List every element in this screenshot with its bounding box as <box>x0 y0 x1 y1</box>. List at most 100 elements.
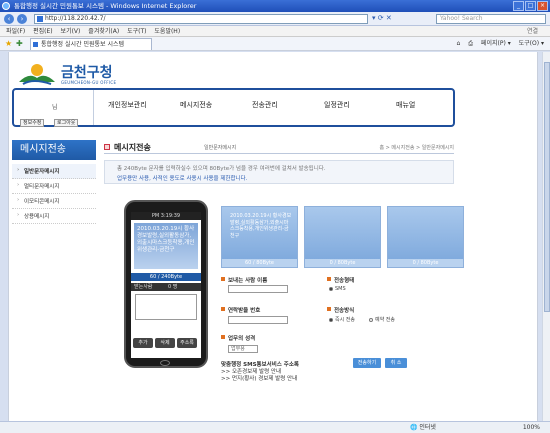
send-reserve-radio[interactable]: 예약 전송 <box>369 316 395 323</box>
logo-english: GEUMCHEON-GU OFFICE <box>61 80 117 85</box>
top-navigation: 님 정보수정 로그아웃 개인정보관리 메시지전송 전송관리 일정관리 매뉴얼 <box>12 88 455 127</box>
back-button[interactable]: ‹ <box>4 14 14 24</box>
sidebar-title: 메시지전송 <box>12 140 96 160</box>
cancel-button[interactable]: 취 소 <box>385 358 407 368</box>
favorites-star-icon[interactable]: ★ <box>5 37 12 51</box>
guide-links: 맞춤행정 SMS통보서비스 주소록 >> 오존경보제 발령 안내 >> 먼지(황… <box>221 362 299 383</box>
nav-personal-info[interactable]: 개인정보관리 <box>108 100 180 110</box>
add-recipient-button[interactable]: 추가 <box>133 338 153 348</box>
menu-tools[interactable]: 도구(T) <box>127 26 146 37</box>
send-type-sms-radio[interactable]: SMS <box>329 286 346 292</box>
business-type-select[interactable]: 업무용 <box>228 345 258 353</box>
menu-view[interactable]: 보기(V) <box>61 26 81 37</box>
site-logo[interactable]: 금천구청 GEUMCHEON-GU OFFICE <box>17 58 147 92</box>
segment-byte-count: 60 / 80Byte <box>222 259 297 267</box>
send-type-label: 전송형태 <box>327 276 354 284</box>
business-type-label: 업무의 성격 <box>221 334 255 342</box>
search-input[interactable]: Yahoo! Search <box>436 14 546 24</box>
guide-link-ozone[interactable]: >> 오존경보제 발령 안내 <box>221 369 299 376</box>
close-button[interactable]: × <box>537 1 548 11</box>
sidebar-item-sms[interactable]: 일반문자메시지 <box>12 164 96 179</box>
recipient-list[interactable] <box>135 294 197 320</box>
sidebar-item-preset[interactable]: 상용메시지 <box>12 209 96 224</box>
byte-counter: 60 / 240Byte <box>131 273 201 281</box>
page-subtitle: 일반문자메시지 <box>204 145 237 151</box>
send-method-label: 전송방식 <box>327 306 354 314</box>
edit-info-button[interactable]: 정보수정 <box>20 119 45 127</box>
zone-label: 인터넷 <box>419 424 436 431</box>
guide-heading: 맞춤행정 SMS통보서비스 주소록 <box>221 362 299 368</box>
nav-message-send[interactable]: 메시지전송 <box>180 100 252 110</box>
send-now-radio[interactable]: 즉시 전송 <box>329 316 355 323</box>
breadcrumb: 홈 > 메시지전송 > 일반문자메시지 <box>379 145 454 151</box>
guide-link-dust[interactable]: >> 먼지(황사) 경보제 발령 안내 <box>221 376 299 383</box>
menu-bar: 파일(F) 편집(E) 보기(V) 즐겨찾기(A) 도구(T) 도움말(H) 연… <box>0 26 550 37</box>
home-icon[interactable]: ⌂ <box>456 40 460 47</box>
menu-file[interactable]: 파일(F) <box>6 26 25 37</box>
user-greeting: 님 <box>52 104 58 111</box>
page-scrollbar[interactable] <box>542 52 550 421</box>
ie-logo-icon <box>2 2 10 10</box>
radio-unselected-icon <box>369 317 373 322</box>
sidebar-item-emoticon[interactable]: 이모티콘메시지 <box>12 194 96 209</box>
scrollbar-thumb[interactable] <box>544 62 550 312</box>
sender-name-field[interactable] <box>228 285 288 293</box>
send-now-label: 즉시 전송 <box>335 317 355 323</box>
recipient-label: 받는사람 <box>134 284 153 290</box>
page-icon <box>37 16 43 22</box>
recipient-count: 0 명 <box>168 284 178 290</box>
browser-tab[interactable]: 통합행정 실시간 민원통보 시스템 <box>30 38 152 50</box>
tools-menu[interactable]: 도구(O) ▾ <box>519 40 544 47</box>
web-page: 금천구청 GEUMCHEON-GU OFFICE 님 정보수정 로그아웃 개인정… <box>8 52 538 421</box>
delete-recipient-button[interactable]: 삭제 <box>155 338 175 348</box>
message-textarea[interactable]: 2010.03.20.19시 황사경보발령,실외활동삼가,외출시마스크등착용,개… <box>134 223 198 269</box>
refresh-stop-controls[interactable]: ▾ ⟳ ✕ <box>372 14 392 22</box>
recipient-header: 받는사람 0 명 <box>131 283 201 291</box>
sidebar-item-mms[interactable]: 멀티문자메시지 <box>12 179 96 194</box>
segment-byte-count: 0 / 80Byte <box>388 259 463 267</box>
window-title: 통합행정 실시간 민원통보 시스템 - Windows Internet Exp… <box>14 2 197 10</box>
page-menu[interactable]: 페이지(P) ▾ <box>481 40 511 47</box>
nav-schedule[interactable]: 일정관리 <box>324 100 396 110</box>
sidebar: 메시지전송 일반문자메시지 멀티문자메시지 이모티콘메시지 상용메시지 <box>12 140 96 224</box>
print-icon[interactable]: ⎙ <box>468 40 473 47</box>
maximize-button[interactable]: □ <box>525 1 536 11</box>
title-bullet-icon <box>104 144 110 150</box>
send-type-sms-label: SMS <box>335 286 346 292</box>
menu-links[interactable]: 연결 <box>527 26 538 37</box>
page-title: 메시지전송 <box>114 143 151 152</box>
send-button[interactable]: 전송하기 <box>353 358 381 368</box>
url-input[interactable]: http://118.220.42.7/ <box>34 14 368 24</box>
address-bar: ‹ › http://118.220.42.7/ ▾ ⟳ ✕ Yahoo! Se… <box>0 12 550 26</box>
nav-send-manage[interactable]: 전송관리 <box>252 100 324 110</box>
menu-help[interactable]: 도움말(H) <box>154 26 180 37</box>
menu-favorites[interactable]: 즐겨찾기(A) <box>88 26 119 37</box>
logo-name: 금천구청 <box>61 65 113 81</box>
zoom-level[interactable]: 100% <box>523 422 540 433</box>
status-bar: 🌐 인터넷 100% <box>0 421 550 433</box>
address-book-button[interactable]: 주소록 <box>177 338 197 348</box>
sender-name-label: 보내는 사람 이름 <box>221 276 267 284</box>
forward-button[interactable]: › <box>17 14 27 24</box>
phone-screen: PM 3:19:39 2010.03.20.19시 황사경보발령,실외활동삼가,… <box>131 212 201 358</box>
callback-number-field[interactable] <box>228 316 288 324</box>
radio-selected-icon <box>329 317 333 322</box>
message-segment: 0 / 80Byte <box>387 206 464 268</box>
callback-number-label: 연락받을 번호 <box>221 306 260 314</box>
window-titlebar: 통합행정 실시간 민원통보 시스템 - Windows Internet Exp… <box>0 0 550 12</box>
message-segment: 2010.03.20.19시 황사경보발령,실외활동삼가,외출시마스크등착용,개… <box>221 206 298 268</box>
nav-manual[interactable]: 매뉴얼 <box>396 100 468 110</box>
message-segment: 0 / 80Byte <box>304 206 381 268</box>
segment-byte-count: 0 / 80Byte <box>305 259 380 267</box>
add-favorite-icon[interactable]: ✚ <box>16 37 23 51</box>
logout-button[interactable]: 로그아웃 <box>54 119 79 127</box>
logo-sun-icon <box>19 64 55 85</box>
phone-preview: PM 3:19:39 2010.03.20.19시 황사경보발령,실외활동삼가,… <box>124 200 208 368</box>
phone-home-button <box>160 360 170 366</box>
security-zone: 🌐 인터넷 <box>410 424 436 431</box>
phone-status-bar: PM 3:19:39 <box>131 212 201 220</box>
minimize-button[interactable]: _ <box>513 1 524 11</box>
menu-edit[interactable]: 편집(E) <box>33 26 53 37</box>
tab-page-icon <box>33 42 38 47</box>
tab-bar: ★ ✚ 통합행정 실시간 민원통보 시스템 ⌂ ⎙ 페이지(P) ▾ 도구(O)… <box>0 37 550 51</box>
